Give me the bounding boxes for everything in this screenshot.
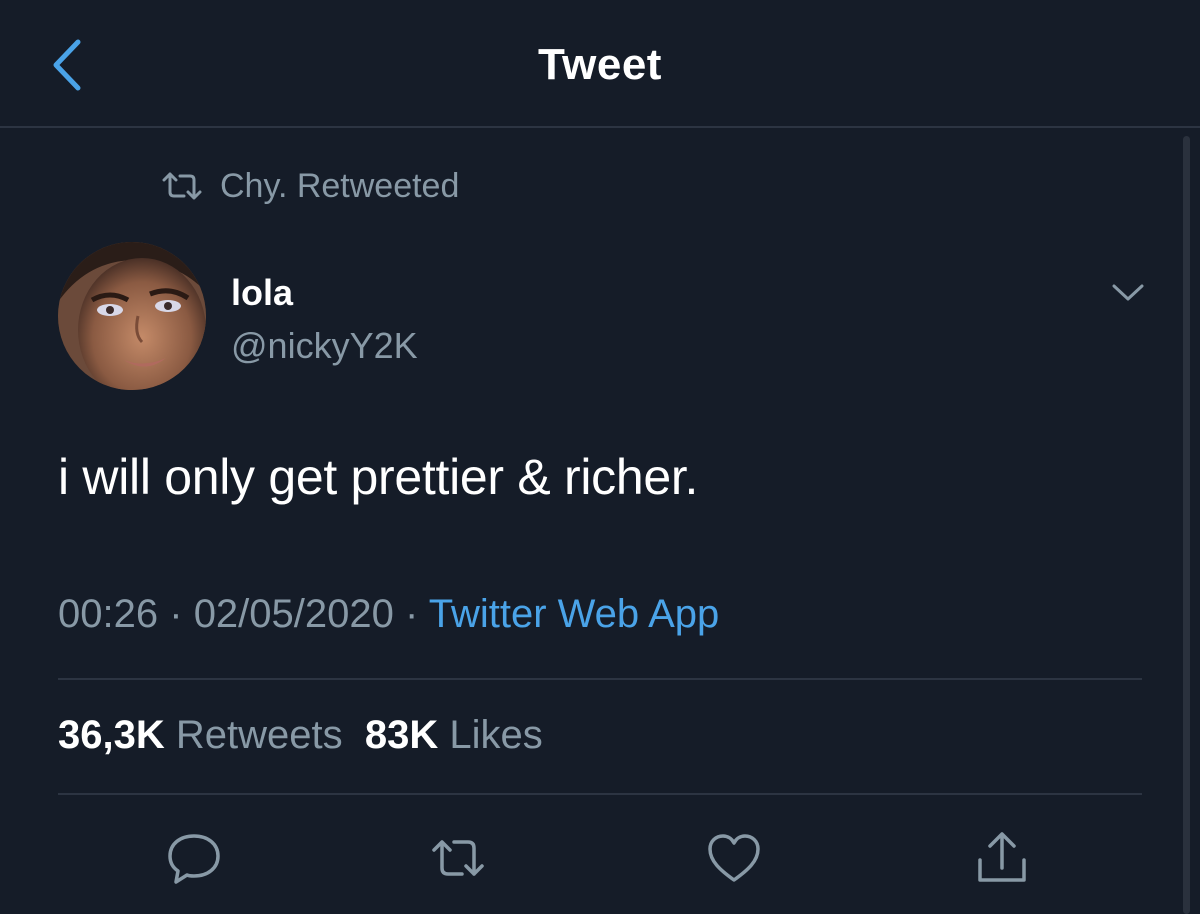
retweets-count: 36,3K bbox=[58, 713, 165, 757]
retweets-label: Retweets bbox=[175, 713, 343, 757]
author-display-name[interactable]: lola bbox=[231, 272, 293, 314]
retweet-icon bbox=[432, 840, 484, 876]
divider bbox=[58, 678, 1142, 680]
tweet-text: i will only get prettier & richer. bbox=[58, 449, 699, 505]
avatar[interactable] bbox=[58, 242, 206, 390]
tweet-stats: 36,3K Retweets 83K Likes bbox=[58, 713, 543, 758]
retweet-icon bbox=[162, 172, 202, 200]
meta-separator: · bbox=[169, 592, 183, 636]
profile-photo bbox=[58, 242, 206, 390]
page-title: Tweet bbox=[538, 40, 662, 89]
tweet-menu-button[interactable] bbox=[1110, 278, 1146, 306]
top-bar: Tweet bbox=[0, 0, 1200, 128]
meta-separator: · bbox=[405, 592, 419, 636]
share-button[interactable] bbox=[970, 826, 1034, 890]
reply-icon bbox=[168, 834, 220, 884]
scroll-indicator[interactable] bbox=[1183, 136, 1190, 914]
heart-icon bbox=[708, 834, 760, 882]
like-button[interactable] bbox=[702, 826, 766, 890]
chevron-down-icon bbox=[1112, 284, 1144, 301]
divider bbox=[58, 793, 1142, 795]
retweet-context[interactable]: Chy. Retweeted bbox=[160, 164, 459, 208]
retweets-stat[interactable]: 36,3K Retweets bbox=[58, 713, 343, 757]
retweet-button[interactable] bbox=[426, 826, 490, 890]
reply-button[interactable] bbox=[162, 826, 226, 890]
likes-count: 83K bbox=[364, 713, 439, 757]
author-handle[interactable]: @nickyY2K bbox=[231, 325, 418, 367]
tweet-source-link[interactable]: Twitter Web App bbox=[429, 592, 720, 636]
likes-stat[interactable]: 83K Likes bbox=[365, 713, 543, 757]
retweet-context-label: Chy. Retweeted bbox=[220, 166, 460, 205]
likes-label: Likes bbox=[449, 713, 543, 757]
tweet-time: 00:26 bbox=[58, 592, 159, 636]
share-icon bbox=[978, 832, 1026, 882]
tweet-meta: 00:26 · 02/05/2020 · Twitter Web App bbox=[58, 592, 719, 637]
tweet-date: 02/05/2020 bbox=[193, 592, 394, 636]
